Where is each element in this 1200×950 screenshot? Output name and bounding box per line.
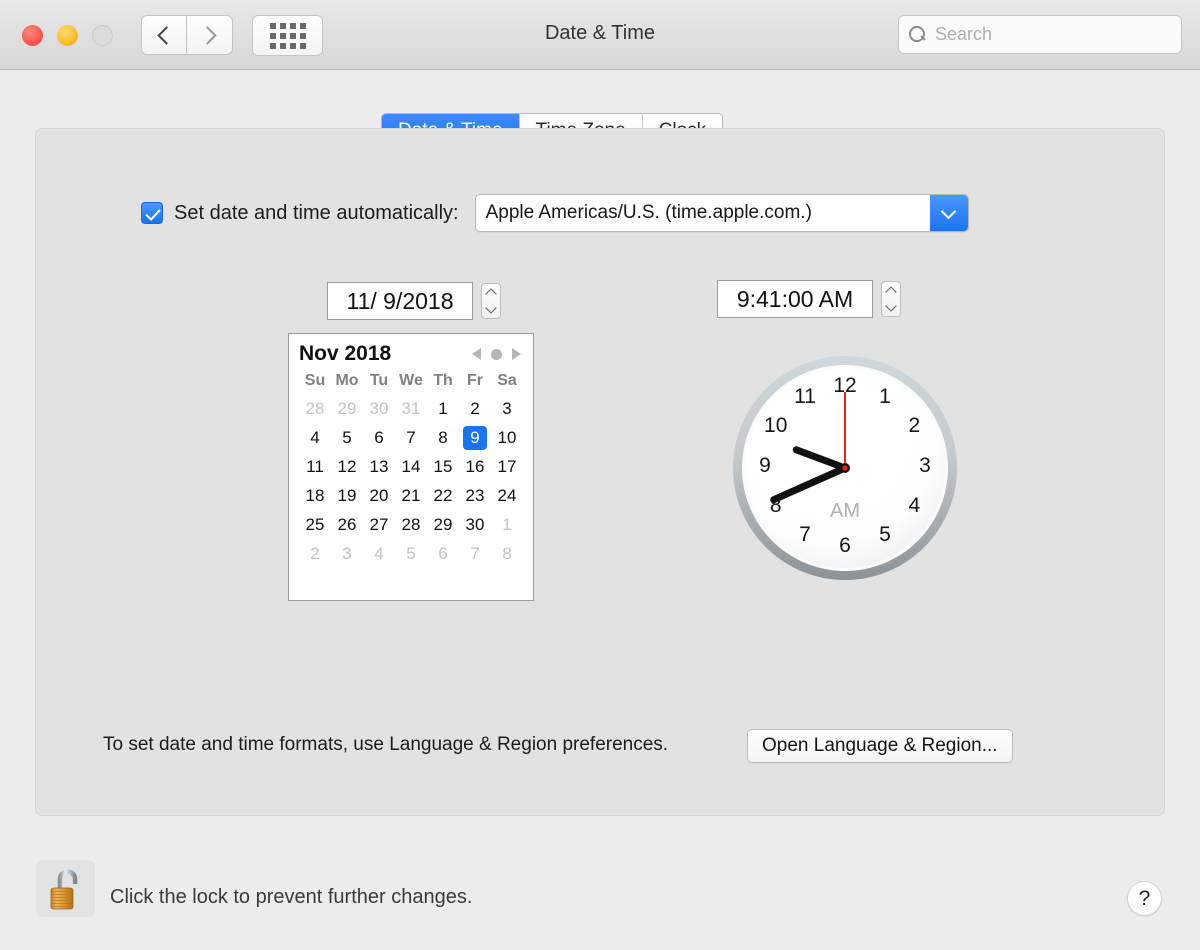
- time-input[interactable]: 9:41:00 AM: [717, 280, 873, 318]
- calendar-day[interactable]: 18: [299, 481, 331, 510]
- triangle-left-icon[interactable]: [472, 348, 481, 360]
- calendar-day[interactable]: 5: [395, 539, 427, 568]
- calendar-day[interactable]: 20: [363, 481, 395, 510]
- calendar-day[interactable]: 10: [491, 423, 523, 452]
- calendar-day[interactable]: 21: [395, 481, 427, 510]
- format-note: To set date and time formats, use Langua…: [103, 734, 669, 755]
- calendar-day[interactable]: 17: [491, 452, 523, 481]
- window-titlebar: Date & Time Search: [0, 0, 1200, 70]
- stepper-down-icon: [485, 302, 497, 314]
- calendar-day[interactable]: 4: [299, 423, 331, 452]
- calendar-day[interactable]: 6: [427, 539, 459, 568]
- search-field[interactable]: Search: [898, 15, 1182, 54]
- calendar-day[interactable]: 1: [427, 394, 459, 423]
- calendar-day[interactable]: 8: [427, 423, 459, 452]
- calendar-nav: [472, 348, 523, 360]
- date-input[interactable]: 11/ 9/2018: [327, 282, 473, 320]
- set-automatically-checkbox[interactable]: [141, 202, 163, 224]
- calendar-weekday-fr: Fr: [467, 372, 483, 389]
- unlocked-padlock-icon: [50, 868, 77, 909]
- help-button[interactable]: ?: [1127, 881, 1162, 916]
- stepper-down-icon: [885, 300, 897, 312]
- calendar-header: Nov 2018: [299, 342, 523, 366]
- calendar-day-selected[interactable]: 9: [459, 423, 491, 452]
- calendar-day[interactable]: 11: [299, 452, 331, 481]
- calendar-day[interactable]: 19: [331, 481, 363, 510]
- time-server-value: Apple Americas/U.S. (time.apple.com.): [485, 202, 812, 223]
- calendar-day[interactable]: 3: [331, 539, 363, 568]
- circle-dot-icon[interactable]: [491, 348, 502, 360]
- calendar-weekday-sa: Sa: [497, 372, 517, 389]
- calendar-day[interactable]: 31: [395, 394, 427, 423]
- search-icon: [909, 26, 926, 43]
- calendar-day[interactable]: 22: [427, 481, 459, 510]
- stepper-up-icon: [885, 286, 897, 298]
- calendar-day[interactable]: 2: [299, 539, 331, 568]
- lock-button[interactable]: [36, 860, 95, 917]
- calendar-day[interactable]: 7: [459, 539, 491, 568]
- triangle-right-icon[interactable]: [512, 348, 521, 360]
- calendar-weekday-tu: Tu: [369, 372, 389, 389]
- lock-instruction-text: Click the lock to prevent further change…: [110, 886, 473, 908]
- calendar-day[interactable]: 27: [363, 510, 395, 539]
- calendar-day[interactable]: 28: [299, 394, 331, 423]
- preferences-panel: Set date and time automatically: Apple A…: [35, 128, 1165, 816]
- calendar-day[interactable]: 5: [331, 423, 363, 452]
- clock-hands: [770, 392, 850, 504]
- calendar-day[interactable]: 2: [459, 394, 491, 423]
- search-placeholder: Search: [935, 24, 993, 44]
- calendar-day[interactable]: 24: [491, 481, 523, 510]
- calendar-day[interactable]: 25: [299, 510, 331, 539]
- open-language-region-button[interactable]: Open Language & Region...: [747, 729, 1013, 763]
- chevron-down-icon: [929, 195, 968, 231]
- date-field-group: 11/ 9/2018: [327, 282, 501, 320]
- time-field-group: 9:41:00 AM: [717, 280, 901, 318]
- calendar-day[interactable]: 14: [395, 452, 427, 481]
- calendar-day[interactable]: 29: [427, 510, 459, 539]
- calendar-day[interactable]: 28: [395, 510, 427, 539]
- calendar-day[interactable]: 23: [459, 481, 491, 510]
- calendar-weekday-th: Th: [433, 372, 453, 389]
- calendar-day[interactable]: 7: [395, 423, 427, 452]
- calendar-day[interactable]: 4: [363, 539, 395, 568]
- calendar-weekday-mo: Mo: [335, 372, 359, 389]
- time-stepper[interactable]: [881, 281, 901, 317]
- calendar-grid: Su Mo Tu We Th Fr Sa 28 29 30 31 1 2 3 4 5 6 7 8 9 10 11 12 13 1…: [299, 372, 523, 568]
- calendar-weekday-su: Su: [304, 372, 326, 389]
- calendar-day[interactable]: 13: [363, 452, 395, 481]
- calendar-day[interactable]: 6: [363, 423, 395, 452]
- date-stepper[interactable]: [481, 283, 501, 319]
- calendar-widget[interactable]: Nov 2018 Su Mo Tu We Th Fr Sa 28 29 30 31 1 2 3 4 5 6 7 8 9…: [288, 333, 534, 601]
- calendar-month-title: Nov 2018: [299, 342, 392, 365]
- calendar-day[interactable]: 30: [363, 394, 395, 423]
- calendar-day[interactable]: 29: [331, 394, 363, 423]
- calendar-day[interactable]: 1: [491, 510, 523, 539]
- stepper-up-icon: [485, 288, 497, 300]
- set-automatically-row: Set date and time automatically: Apple A…: [141, 194, 969, 232]
- calendar-day[interactable]: 15: [427, 452, 459, 481]
- calendar-day[interactable]: 30: [459, 510, 491, 539]
- calendar-weekday-we: We: [399, 372, 423, 389]
- calendar-day[interactable]: 16: [459, 452, 491, 481]
- set-automatically-label: Set date and time automatically:: [174, 201, 459, 224]
- calendar-day[interactable]: 26: [331, 510, 363, 539]
- analog-clock: 12 1 2 3 4 5 6 7 8 9 10 11 AM: [731, 354, 959, 582]
- calendar-day[interactable]: 3: [491, 394, 523, 423]
- time-server-dropdown[interactable]: Apple Americas/U.S. (time.apple.com.): [474, 194, 969, 232]
- calendar-day[interactable]: 8: [491, 539, 523, 568]
- calendar-day[interactable]: 12: [331, 452, 363, 481]
